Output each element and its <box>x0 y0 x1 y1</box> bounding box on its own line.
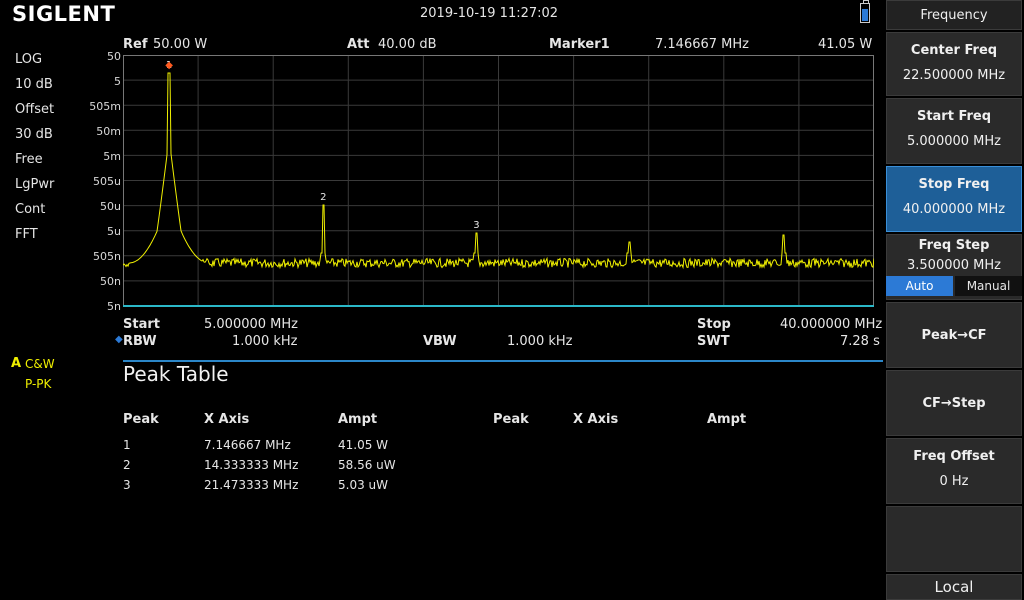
date-time: 2019-10-19 11:27:02 <box>420 6 559 21</box>
peak-ampt: 5.03 uW <box>338 478 389 492</box>
spectrum-display[interactable]: 1◆23 <box>123 55 874 309</box>
scale-type[interactable]: LOG <box>15 52 42 67</box>
active-marker-icon: ◆ <box>165 60 173 71</box>
brand-logo: SIGLENT <box>12 2 116 26</box>
y-label: 50u <box>100 200 121 213</box>
rbw-label[interactable]: RBW <box>123 334 157 349</box>
marker-frequency: 7.146667 MHz <box>655 37 749 52</box>
freq-step-toggle[interactable]: Auto Manual <box>886 276 1022 296</box>
graticule <box>123 55 874 307</box>
peak-to-cf-key[interactable]: Peak→CF <box>886 302 1022 368</box>
empty-key[interactable] <box>886 506 1022 572</box>
scale-div[interactable]: 10 dB <box>15 77 53 92</box>
start-label[interactable]: Start <box>123 317 160 332</box>
marker-amplitude: 41.05 W <box>818 37 873 52</box>
peak-ampt: 41.05 W <box>338 438 389 452</box>
start-value[interactable]: 5.000000 MHz <box>204 317 298 332</box>
marker-number-label: 2 <box>320 192 326 203</box>
local-key[interactable]: Local <box>886 574 1022 600</box>
stop-label[interactable]: Stop <box>697 317 731 332</box>
trigger-mode[interactable]: Free <box>15 152 43 167</box>
peak-ampt: 58.56 uW <box>338 458 396 472</box>
peak-x: 21.473333 MHz <box>204 478 299 492</box>
stop-freq-key[interactable]: Stop Freq 40.000000 MHz <box>886 166 1022 232</box>
menu-title: Frequency <box>886 0 1022 30</box>
sweep-mode[interactable]: Cont <box>15 202 45 217</box>
cf-to-step-key[interactable]: CF→Step <box>886 370 1022 436</box>
col-header: Ampt <box>338 412 378 427</box>
average-type[interactable]: LgPwr <box>15 177 54 192</box>
col-header: X Axis <box>204 412 250 427</box>
y-label: 505u <box>93 175 121 188</box>
rbw-indicator-icon: ◆ <box>115 334 123 345</box>
center-freq-key[interactable]: Center Freq 22.500000 MHz <box>886 32 1022 96</box>
ref-level-value[interactable]: 50.00 W <box>153 37 207 52</box>
divider <box>123 360 883 362</box>
trace-detector[interactable]: P-PK <box>25 377 51 391</box>
peak-table-title: Peak Table <box>123 362 229 386</box>
y-label: 5m <box>103 150 121 163</box>
y-label: 5n <box>107 300 121 313</box>
y-label: 50 <box>107 50 121 63</box>
y-label: 505n <box>93 250 121 263</box>
swt-label[interactable]: SWT <box>697 334 730 349</box>
vbw-label[interactable]: VBW <box>423 334 457 349</box>
col-header: Peak <box>123 412 159 427</box>
y-label: 50n <box>100 275 121 288</box>
ref-level-label[interactable]: Ref <box>123 37 147 52</box>
y-label: 505m <box>89 100 121 113</box>
offset-value[interactable]: 30 dB <box>15 127 53 142</box>
freq-offset-key[interactable]: Freq Offset 0 Hz <box>886 438 1022 504</box>
peak-index: 2 <box>123 458 131 472</box>
col-header: Ampt <box>707 412 747 427</box>
peak-index: 3 <box>123 478 131 492</box>
auto-option[interactable]: Auto <box>886 276 953 296</box>
softkey-panel: Frequency Center Freq 22.500000 MHz Star… <box>886 0 1024 600</box>
rbw-value[interactable]: 1.000 kHz <box>232 334 297 349</box>
col-header: X Axis <box>573 412 619 427</box>
sweep-type[interactable]: FFT <box>15 227 38 242</box>
vbw-value[interactable]: 1.000 kHz <box>507 334 572 349</box>
att-label[interactable]: Att <box>347 37 370 52</box>
offset-label[interactable]: Offset <box>15 102 54 117</box>
att-value[interactable]: 40.00 dB <box>378 37 437 52</box>
peak-index: 1 <box>123 438 131 452</box>
col-header: Peak <box>493 412 529 427</box>
peak-x: 14.333333 MHz <box>204 458 299 472</box>
stop-value[interactable]: 40.000000 MHz <box>780 317 882 332</box>
trace-letter[interactable]: A <box>11 356 21 371</box>
swt-value[interactable]: 7.28 s <box>840 334 880 349</box>
peak-x: 7.146667 MHz <box>204 438 291 452</box>
start-freq-key[interactable]: Start Freq 5.000000 MHz <box>886 98 1022 164</box>
battery-icon <box>860 0 870 23</box>
marker-number-label: 3 <box>473 220 479 231</box>
y-label: 5u <box>107 225 121 238</box>
marker-label[interactable]: Marker1 <box>549 37 610 52</box>
trace-mode[interactable]: C&W <box>25 357 55 371</box>
manual-option[interactable]: Manual <box>955 276 1022 296</box>
y-label: 50m <box>96 125 121 138</box>
y-label: 5 <box>114 75 121 88</box>
